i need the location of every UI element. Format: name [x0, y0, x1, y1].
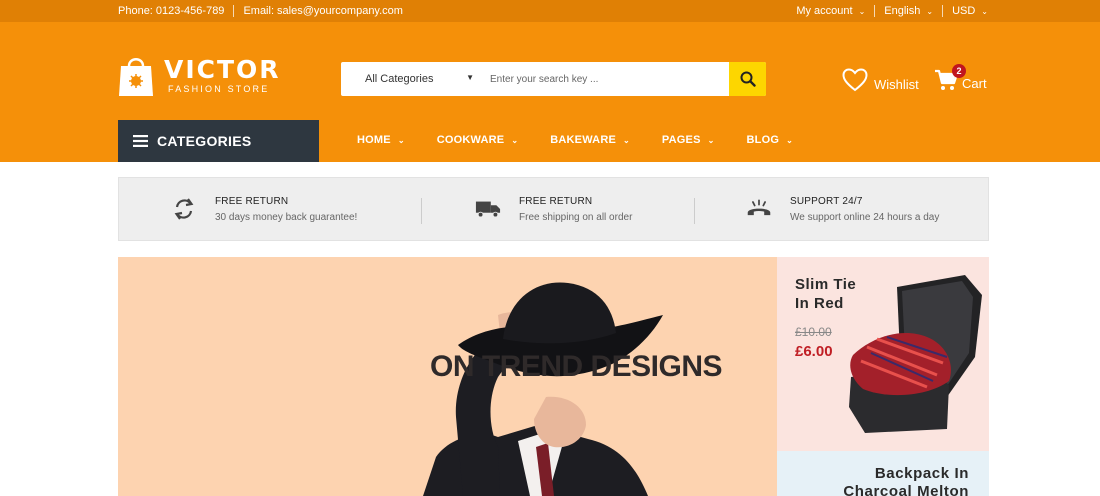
- chevron-down-icon: ⌄: [926, 6, 934, 16]
- categories-label: CATEGORIES: [157, 133, 252, 149]
- chevron-down-icon: ⌄: [858, 6, 866, 16]
- truck-icon: [475, 196, 501, 222]
- categories-menu-button[interactable]: CATEGORIES: [118, 120, 319, 162]
- divider: [421, 198, 422, 224]
- promo-tile-tie[interactable]: Slim Tie In Red £10.00 £6.00: [777, 257, 989, 451]
- account-dropdown[interactable]: My account ⌄: [796, 5, 865, 17]
- top-bar: Phone: 0123-456-789 Email: sales@yourcom…: [0, 0, 1100, 22]
- nav-item-blog[interactable]: BLOG ⌄: [747, 134, 793, 146]
- chevron-down-icon: ⌄: [786, 135, 794, 145]
- promo-sale-price: £6.00: [795, 343, 833, 360]
- promo-tile-backpack[interactable]: Backpack In Charcoal Melton: [777, 451, 989, 496]
- promo-product-name: Backpack In Charcoal Melton: [843, 465, 969, 496]
- feature-desc: Free shipping on all order: [519, 211, 633, 223]
- heart-icon: [842, 68, 868, 92]
- nav-item-label: HOME: [357, 134, 391, 146]
- divider: [874, 5, 876, 17]
- hamburger-icon: [133, 135, 148, 147]
- chevron-down-icon: ⌄: [707, 135, 715, 145]
- hero-banner[interactable]: ON TREND DESIGNS: [118, 257, 777, 496]
- logo[interactable]: VICTOR FASHION STORE: [118, 52, 281, 98]
- divider: [694, 198, 695, 224]
- shopping-bag-logo-icon: [118, 52, 154, 98]
- feature-support: SUPPORT 24/7 We support online 24 hours …: [746, 178, 939, 240]
- nav-item-bakeware[interactable]: BAKEWARE ⌄: [550, 134, 630, 146]
- language-dropdown[interactable]: English ⌄: [884, 5, 933, 17]
- divider: [942, 5, 944, 17]
- divider: [233, 5, 235, 17]
- currency-dropdown[interactable]: USD ⌄: [952, 5, 988, 17]
- features-strip: FREE RETURN 30 days money back guarantee…: [118, 177, 989, 241]
- refresh-icon: [171, 196, 197, 222]
- brand-tagline: FASHION STORE: [168, 83, 270, 94]
- chevron-down-icon: ⌄: [623, 135, 630, 145]
- chevron-down-icon: ⌄: [511, 135, 519, 145]
- phone-icon: [746, 196, 772, 222]
- site-header: VICTOR FASHION STORE All Categories ▼ Wi…: [0, 22, 1100, 162]
- nav-item-label: COOKWARE: [436, 134, 505, 146]
- caret-down-icon: ▼: [466, 73, 474, 82]
- nav-item-label: BLOG: [746, 134, 780, 146]
- cart-link[interactable]: 2 Cart: [934, 64, 987, 91]
- language-label: English: [884, 5, 921, 17]
- feature-desc: 30 days money back guarantee!: [215, 211, 358, 223]
- category-select-value: All Categories: [365, 73, 434, 85]
- chevron-down-icon: ⌄: [981, 6, 988, 16]
- feature-title: FREE RETURN: [519, 195, 593, 207]
- cart-count-badge: 2: [952, 64, 966, 78]
- email-link[interactable]: Email: sales@yourcompany.com: [243, 5, 403, 17]
- feature-title: FREE RETURN: [215, 195, 289, 207]
- nav-item-cookware[interactable]: COOKWARE ⌄: [437, 134, 519, 146]
- chevron-down-icon: ⌄: [397, 135, 405, 145]
- currency-label: USD: [952, 5, 976, 17]
- nav-item-label: BAKEWARE: [550, 134, 617, 146]
- cart-label: Cart: [962, 76, 987, 91]
- category-select[interactable]: All Categories ▼: [341, 62, 484, 96]
- wishlist-label: Wishlist: [874, 76, 919, 92]
- nav-item-label: PAGES: [661, 134, 701, 146]
- brand-name: VICTOR: [164, 54, 281, 84]
- contact-info: Phone: 0123-456-789 Email: sales@yourcom…: [118, 5, 403, 17]
- search-icon: [740, 71, 756, 87]
- feature-desc: We support online 24 hours a day: [790, 211, 940, 223]
- promo-old-price: £10.00: [795, 325, 832, 339]
- topbar-menus: My account ⌄ English ⌄ USD ⌄: [796, 5, 988, 17]
- account-label: My account: [796, 5, 853, 17]
- nav-item-home[interactable]: HOME ⌄: [357, 134, 405, 146]
- feature-title: SUPPORT 24/7: [790, 195, 863, 207]
- phone-text: Phone: 0123-456-789: [118, 5, 225, 17]
- search-input[interactable]: [484, 62, 729, 96]
- nav-item-pages[interactable]: PAGES ⌄: [662, 134, 715, 146]
- hero-headline: ON TREND DESIGNS: [430, 350, 723, 383]
- main-nav: HOME ⌄ COOKWARE ⌄ BAKEWARE ⌄ PAGES ⌄ BLO…: [357, 134, 825, 146]
- feature-free-return: FREE RETURN 30 days money back guarantee…: [171, 178, 357, 240]
- promo-product-name: Slim Tie In Red: [795, 276, 857, 312]
- feature-free-shipping: FREE RETURN Free shipping on all order: [475, 178, 632, 240]
- search-bar: All Categories ▼: [341, 62, 766, 96]
- wishlist-link[interactable]: Wishlist: [842, 68, 919, 92]
- search-button[interactable]: [729, 62, 766, 96]
